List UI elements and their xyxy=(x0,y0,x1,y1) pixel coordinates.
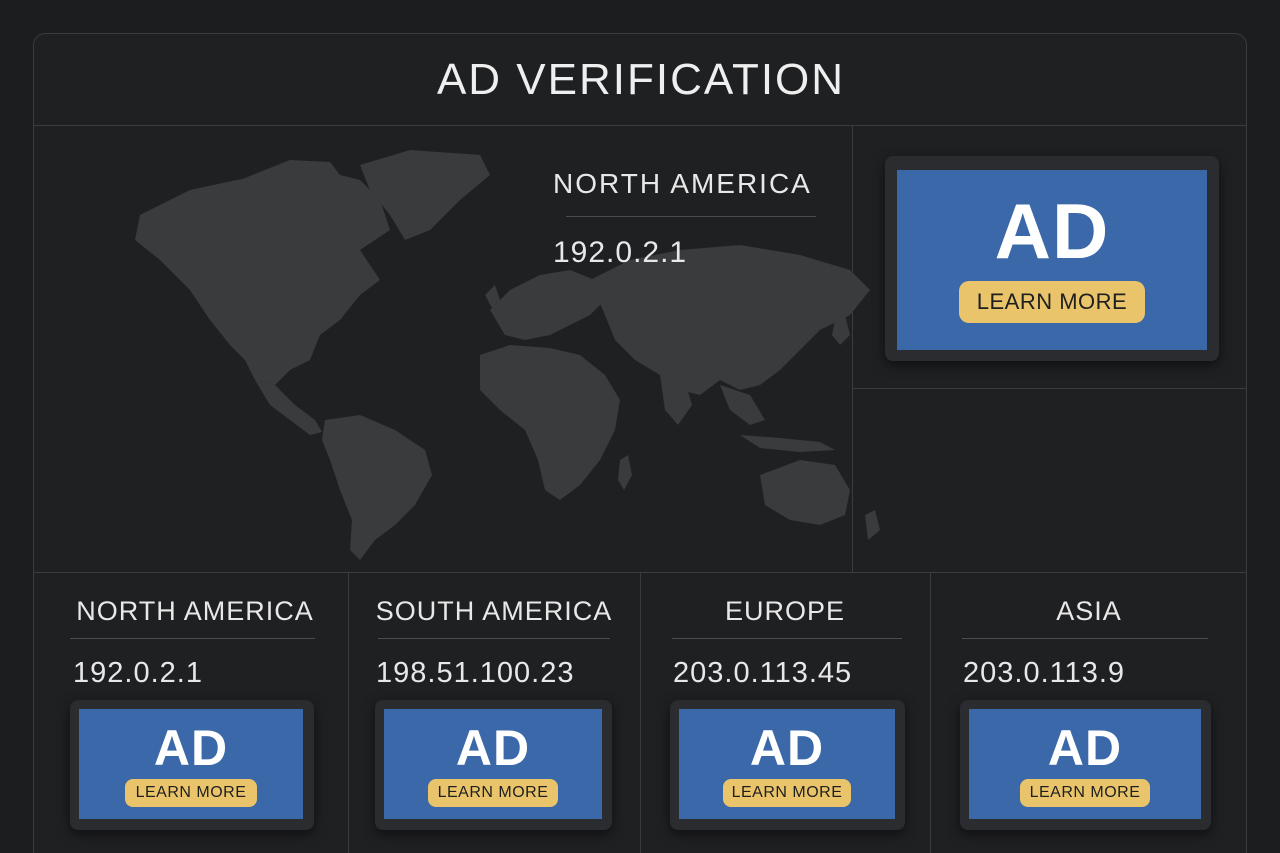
divider xyxy=(930,572,931,853)
continent-north-america xyxy=(135,170,390,385)
region-title-north-america: NORTH AMERICA xyxy=(76,596,314,626)
divider xyxy=(378,638,610,639)
central-america xyxy=(255,380,322,435)
learn-more-button[interactable]: LEARN MORE xyxy=(125,779,257,807)
region-ad-label: AD xyxy=(1047,720,1123,776)
island-new-zealand xyxy=(865,510,880,540)
learn-more-button[interactable]: LEARN MORE xyxy=(1020,779,1150,807)
hero-ip-address: 192.0.2.1 xyxy=(553,236,688,269)
hero-ad-label: AD xyxy=(994,187,1110,275)
divider xyxy=(852,388,1247,389)
divider xyxy=(566,216,816,217)
region-title-europe: EUROPE xyxy=(724,596,846,626)
continent-australia xyxy=(760,460,850,525)
region-ad-card: AD LEARN MORE xyxy=(70,700,314,830)
region-ad-banner[interactable]: AD LEARN MORE xyxy=(384,709,602,819)
divider xyxy=(962,638,1208,639)
indonesia xyxy=(740,435,835,452)
southeast-asia xyxy=(720,385,765,425)
hero-ad-banner[interactable]: AD LEARN MORE xyxy=(897,170,1207,350)
learn-more-button[interactable]: LEARN MORE xyxy=(428,779,558,807)
region-title-asia: ASIA xyxy=(1056,596,1122,626)
divider xyxy=(672,638,902,639)
island-madagascar xyxy=(618,455,632,490)
hero-learn-more-button[interactable]: LEARN MORE xyxy=(959,281,1145,323)
region-ad-banner[interactable]: AD LEARN MORE xyxy=(79,709,303,819)
region-title-south-america: SOUTH AMERICA xyxy=(375,596,613,626)
region-ad-label: AD xyxy=(153,720,229,776)
divider xyxy=(348,572,349,853)
continent-europe xyxy=(490,270,605,340)
divider xyxy=(640,572,641,853)
region-ip-asia: 203.0.113.9 xyxy=(963,657,1126,689)
continent-south-america xyxy=(322,415,432,560)
hero-ad-card: AD LEARN MORE xyxy=(885,156,1219,361)
region-ad-card: AD LEARN MORE xyxy=(960,700,1211,830)
region-ad-label: AD xyxy=(455,720,531,776)
region-ad-banner[interactable]: AD LEARN MORE xyxy=(969,709,1201,819)
continent-africa xyxy=(480,345,620,500)
region-ad-card: AD LEARN MORE xyxy=(375,700,612,830)
region-ad-banner[interactable]: AD LEARN MORE xyxy=(679,709,895,819)
region-ad-label: AD xyxy=(749,720,825,776)
hero-region-name: NORTH AMERICA xyxy=(553,168,812,199)
learn-more-button[interactable]: LEARN MORE xyxy=(723,779,851,807)
region-ad-card: AD LEARN MORE xyxy=(670,700,905,830)
region-ip-north-america: 192.0.2.1 xyxy=(73,657,203,689)
region-ip-europe: 203.0.113.45 xyxy=(673,657,853,689)
page-title: AD VERIFICATION xyxy=(436,55,846,104)
divider xyxy=(70,638,315,639)
region-ip-south-america: 198.51.100.23 xyxy=(376,657,575,689)
